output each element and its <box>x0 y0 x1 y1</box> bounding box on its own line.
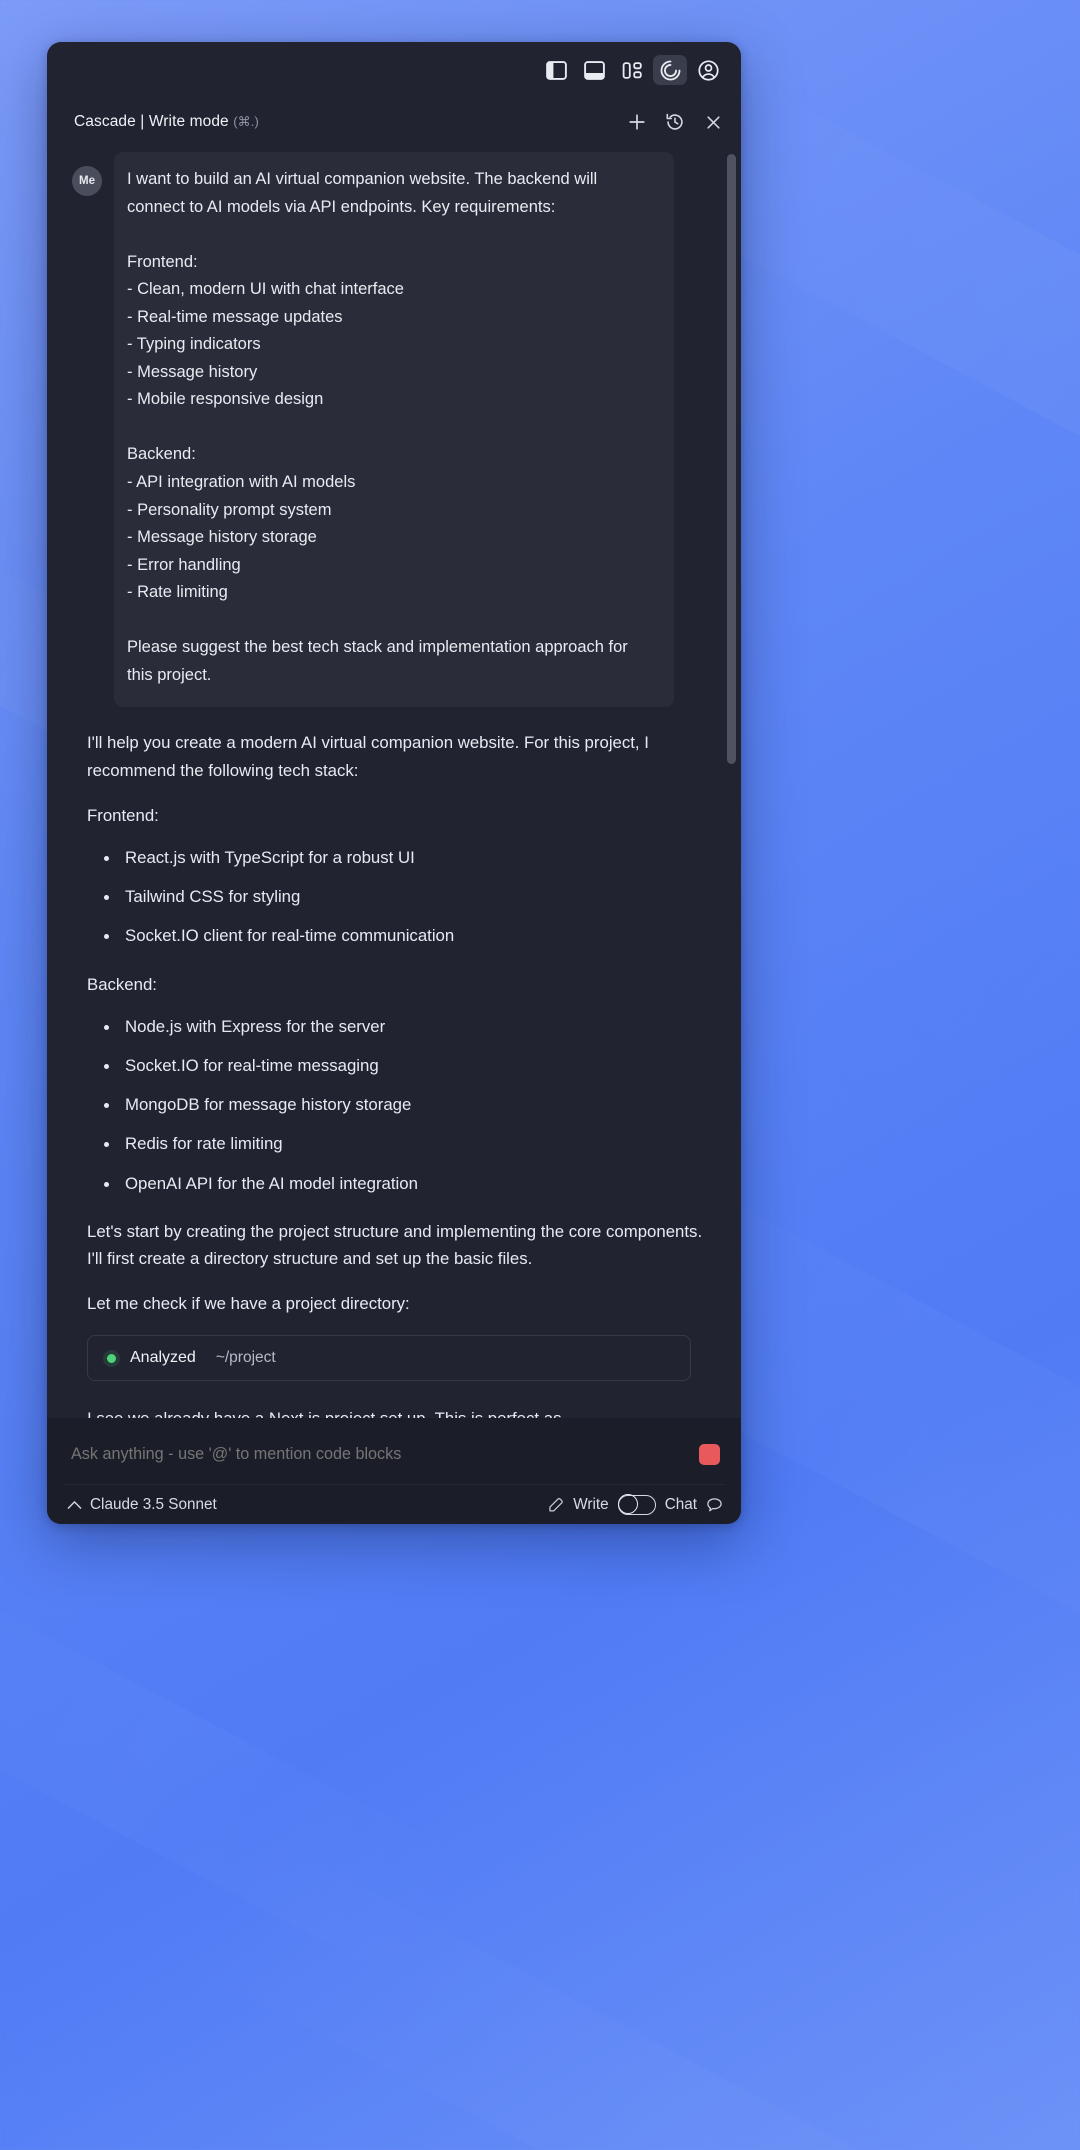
history-button[interactable] <box>661 108 689 136</box>
conversation-scroll-area[interactable]: Me I want to build an AI virtual compani… <box>47 146 741 1418</box>
toggle-layout-panel-icon[interactable] <box>615 55 649 85</box>
check-directory-paragraph: Let me check if we have a project direct… <box>87 1294 410 1314</box>
cascade-window: Cascade | Write mode (⌘.) Me I want to b… <box>47 42 741 1524</box>
chevron-up-icon <box>67 1500 82 1510</box>
list-item: Redis for rate limiting <box>87 1131 707 1156</box>
list-item: Node.js with Express for the server <box>87 1014 707 1039</box>
composer: Claude 3.5 Sonnet Write Chat <box>47 1418 741 1524</box>
chat-bubble-icon <box>706 1497 723 1513</box>
write-chat-toggle[interactable] <box>617 1494 656 1515</box>
model-selector[interactable]: Claude 3.5 Sonnet <box>67 1496 217 1514</box>
user-message-text: I want to build an AI virtual companion … <box>114 152 674 708</box>
write-pencil-icon <box>548 1497 564 1513</box>
backend-list: Node.js with Express for the server Sock… <box>87 1014 707 1196</box>
cascade-title-text: Cascade | Write mode <box>74 113 229 130</box>
toggle-knob <box>617 1494 638 1514</box>
list-item: React.js with TypeScript for a robust UI <box>87 845 707 870</box>
tool-action-label: Analyzed <box>130 1349 196 1367</box>
page-title: Cascade | Write mode (⌘.) <box>74 113 259 131</box>
mode-write-label[interactable]: Write <box>573 1496 608 1514</box>
status-dot-icon <box>107 1353 116 1363</box>
stop-square-icon <box>698 1443 720 1465</box>
assistant-message: I'll help you create a modern AI virtual… <box>67 707 711 1418</box>
analyzed-tool-card[interactable]: Analyzed ~/project <box>87 1335 691 1382</box>
model-name-label: Claude 3.5 Sonnet <box>90 1495 217 1513</box>
account-icon[interactable] <box>691 55 725 85</box>
frontend-list: React.js with TypeScript for a robust UI… <box>87 845 707 949</box>
list-item: Tailwind CSS for styling <box>87 884 707 909</box>
closing-paragraph: I see we already have a Next.js project … <box>87 1405 707 1418</box>
list-item: Socket.IO for real-time messaging <box>87 1053 707 1078</box>
toggle-bottom-panel-icon[interactable] <box>577 55 611 85</box>
mode-chat-label[interactable]: Chat <box>665 1496 697 1514</box>
avatar: Me <box>72 166 102 196</box>
user-message: Me I want to build an AI virtual compani… <box>67 152 711 708</box>
list-item: OpenAI API for the AI model integration <box>87 1171 707 1196</box>
wallpaper-streak <box>0 1543 492 1997</box>
tool-path-label: ~/project <box>215 1349 276 1367</box>
header-actions <box>623 108 727 136</box>
wallpaper-streak <box>149 1810 1080 2150</box>
window-titlebar <box>47 42 741 98</box>
composer-input-row <box>63 1428 725 1484</box>
mode-toggle-group[interactable]: Write Chat <box>548 1494 723 1515</box>
cascade-header: Cascade | Write mode (⌘.) <box>47 98 741 146</box>
list-item: Socket.IO client for real-time communica… <box>87 923 707 948</box>
conversation-scrollbar[interactable] <box>727 146 736 1418</box>
close-button[interactable] <box>699 108 727 136</box>
stop-generation-button[interactable] <box>693 1438 725 1470</box>
cascade-shortcut: (⌘.) <box>233 114 259 129</box>
frontend-section-label: Frontend: <box>87 805 159 825</box>
list-item: MongoDB for message history storage <box>87 1092 707 1117</box>
toggle-left-panel-icon[interactable] <box>539 55 573 85</box>
backend-section-label: Backend: <box>87 974 157 994</box>
plan-paragraph: Let's start by creating the project stru… <box>87 1221 703 1268</box>
cascade-logo-icon[interactable] <box>653 55 687 85</box>
assistant-intro-paragraph: I'll help you create a modern AI virtual… <box>87 733 649 780</box>
ask-input[interactable] <box>63 1438 683 1470</box>
scrollbar-thumb[interactable] <box>727 154 736 764</box>
composer-status-row: Claude 3.5 Sonnet Write Chat <box>63 1484 725 1524</box>
new-chat-button[interactable] <box>623 108 651 136</box>
